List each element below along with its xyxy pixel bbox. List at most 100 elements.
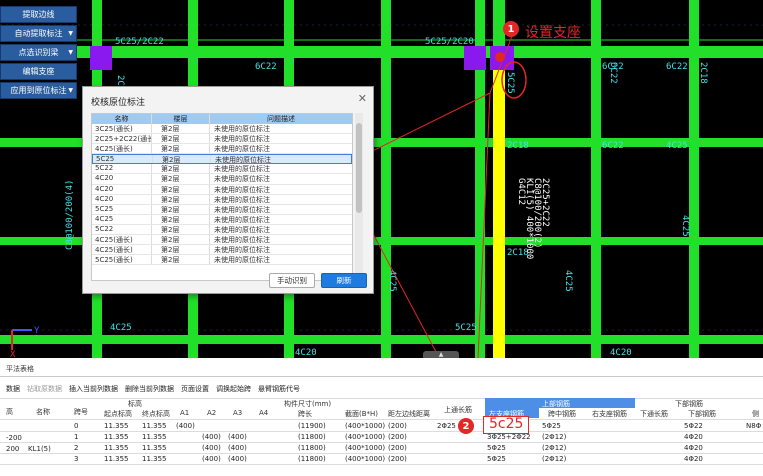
column-header-name[interactable]: 名称 [92, 114, 152, 124]
grid-cell-a3[interactable]: (400) [228, 455, 247, 463]
grid-cell-left[interactable]: 3Φ25+2Φ22 [487, 433, 531, 441]
grid-cell-sec[interactable]: (400*1000) [345, 455, 385, 463]
beam-name[interactable]: KL1(5) [28, 445, 51, 453]
issue-row[interactable]: 5C22 第2层 未使用的原位标注 [92, 164, 352, 175]
svg-text:Y: Y [34, 326, 40, 336]
issue-row[interactable]: 4C20 第2层 未使用的原位标注 [92, 184, 352, 195]
chevron-down-icon[interactable]: ▼ [68, 49, 73, 56]
issue-row[interactable]: 3C25(通长) 第2层 未使用的原位标注 [92, 124, 352, 135]
grid-cell-dist[interactable]: (200) [388, 433, 407, 441]
scrollbar-thumb[interactable] [356, 123, 362, 213]
panel-toolbar-item[interactable]: 数据 [6, 384, 20, 394]
issue-row[interactable]: 4C25 第2层 未使用的原位标注 [92, 214, 352, 225]
panel-toolbar-item[interactable]: 删除当前列数据 [125, 384, 174, 394]
grid-cell-a3[interactable]: (400) [228, 433, 247, 441]
grid-cell-sec[interactable]: (400*1000) [345, 433, 385, 441]
column-header-floor[interactable]: 楼层 [152, 114, 210, 124]
toolbar-button-label: 编辑支座 [22, 67, 55, 76]
grid-cell-a2[interactable]: (400) [202, 455, 221, 463]
grid-cell-end[interactable]: 11.355 [142, 433, 167, 441]
grid-cell-span[interactable]: 3 [74, 455, 78, 463]
grid-cell-sec[interactable]: (400*1000) [345, 422, 385, 430]
issue-cell-issue: 未使用的原位标注 [214, 135, 270, 144]
grid-cell-left[interactable]: 5Φ25 [487, 455, 506, 463]
col-bottom-rebar: 下部钢筋 [688, 410, 716, 418]
issue-cell-issue: 未使用的原位标注 [214, 195, 270, 204]
chevron-down-icon[interactable]: ▼ [68, 87, 73, 94]
issue-row[interactable]: 2C25+2C22(通长) 第2层 未使用的原位标注 [92, 134, 352, 145]
grid-cell-a1[interactable]: (400) [176, 422, 195, 430]
grid-cell-len[interactable]: (11800) [298, 444, 326, 452]
issue-row[interactable]: 5C25 第2层 未使用的原位标注 [92, 204, 352, 215]
grid-cell-bottom[interactable]: 4Φ20 [684, 444, 703, 452]
grid-cell-len[interactable]: (11800) [298, 433, 326, 441]
grid-cell-bottom[interactable]: 4Φ20 [684, 433, 703, 441]
issue-row[interactable]: 4C20 第2层 未使用的原位标注 [92, 194, 352, 205]
close-icon[interactable]: ✕ [358, 92, 367, 105]
grid-cell-end[interactable]: 11.355 [142, 444, 167, 452]
panel-toolbar-item[interactable]: 调换起始跨 [216, 384, 251, 394]
issue-row[interactable]: 4C20 第2层 未使用的原位标注 [92, 174, 352, 185]
issue-table[interactable]: 名称 楼层 问题描述 3C25(通长) 第2层 未使用的原位标注 2C25+2C22(… [91, 113, 353, 281]
issue-cell-name: 3C25(通长) [92, 124, 152, 134]
issue-row[interactable]: 4C25(通长) 第2层 未使用的原位标注 [92, 235, 352, 246]
grid-cell-bottom[interactable]: 5Φ22 [684, 422, 703, 430]
grid-cell-top[interactable]: 2Φ25 [437, 422, 456, 430]
step-2-value: 5c25 [489, 416, 524, 432]
issue-row[interactable]: 4C25(通长) 第2层 未使用的原位标注 [92, 245, 352, 256]
grid-cell-mid[interactable]: (2Φ12) [542, 455, 566, 463]
grid-cell-a2[interactable]: (400) [202, 444, 221, 452]
grid-cell-span[interactable]: 2 [74, 444, 78, 452]
grid-cell-len[interactable]: (11900) [298, 422, 326, 430]
issue-row[interactable]: 5C25 第2层 未使用的原位标注 [92, 154, 352, 165]
issue-cell-issue: 未使用的原位标注 [214, 185, 270, 194]
grid-cell-start[interactable]: 11.355 [104, 433, 129, 441]
col-section: 截面(B*H) [345, 410, 379, 418]
grid-cell-a3[interactable]: (400) [228, 444, 247, 452]
grid-cell-side[interactable]: N8Φ [746, 422, 761, 430]
issue-cell-floor: 第2层 [152, 235, 210, 245]
issue-table-scrollbar[interactable] [355, 113, 363, 281]
grid-cell-start[interactable]: 11.355 [104, 422, 129, 430]
grid-cell-sec[interactable]: (400*1000) [345, 444, 385, 452]
grid-cell-a2[interactable]: (400) [202, 433, 221, 441]
grid-cell-end[interactable]: 11.355 [142, 455, 167, 463]
panel-toolbar-item[interactable]: 悬臂钢筋代号 [258, 384, 300, 394]
issue-row[interactable]: 5C22 第2层 未使用的原位标注 [92, 224, 352, 236]
column-header-issue[interactable]: 问题描述 [210, 114, 352, 124]
toolbar-button[interactable]: 编辑支座 [0, 63, 77, 80]
check-annotation-dialog[interactable]: 校核原位标注 ✕ 名称 楼层 问题描述 3C25(通长) 第2层 未使用的原位标注 2… [82, 86, 374, 294]
grid-cell-span[interactable]: 1 [74, 433, 78, 441]
issue-cell-floor: 第2层 [152, 124, 210, 134]
issue-row[interactable]: 4C25(通长) 第2层 未使用的原位标注 [92, 144, 352, 155]
manual-identify-button[interactable]: 手动识别 [269, 273, 315, 288]
toolbar-button[interactable]: 提取边线 [0, 6, 77, 23]
toolbar-button[interactable]: 点选识别梁 ▼ [0, 44, 77, 61]
col-top-through: 上通长筋 [444, 406, 472, 414]
col-elev-start: 起点标高 [104, 410, 132, 418]
grid-cell-span[interactable]: 0 [74, 422, 78, 430]
grid-cell-dist[interactable]: (200) [388, 444, 407, 452]
toolbar-button[interactable]: 应用到原位标注 ▼ [0, 82, 77, 99]
panel-toolbar-item[interactable]: 钻取原数据 [27, 384, 62, 394]
toolbar-button[interactable]: 自动提取标注 ▼ [0, 25, 77, 42]
grid-cell-bottom[interactable]: 4Φ20 [684, 455, 703, 463]
grid-cell-mid[interactable]: 5Φ25 [542, 422, 561, 430]
left-toolbar: 提取边线自动提取标注 ▼ 点选识别梁 ▼ 编辑支座应用到原位标注 ▼ [0, 6, 77, 101]
panel-toolbar-item[interactable]: 插入当前列数据 [69, 384, 118, 394]
grid-cell-len[interactable]: (11800) [298, 455, 326, 463]
chevron-down-icon[interactable]: ▼ [68, 30, 73, 37]
grid-cell-dist[interactable]: (200) [388, 455, 407, 463]
panel-toolbar-item[interactable]: 页面设置 [181, 384, 209, 394]
grid-cell-left[interactable]: 5Φ25 [487, 444, 506, 452]
grid-cell-start[interactable]: 11.355 [104, 455, 129, 463]
grid-cell-start[interactable]: 11.355 [104, 444, 129, 452]
refresh-button[interactable]: 刷新 [321, 273, 367, 288]
issue-row[interactable]: 5C25(通长) 第2层 未使用的原位标注 [92, 255, 352, 266]
grid-cell-mid[interactable]: (2Φ12) [542, 433, 566, 441]
grid-cell-end[interactable]: 11.355 [142, 422, 167, 430]
issue-table-header: 名称 楼层 问题描述 [92, 114, 352, 124]
grid-cell-dist[interactable]: (200) [388, 422, 407, 430]
svg-text:C8@100/200(4): C8@100/200(4) [65, 180, 75, 250]
grid-cell-mid[interactable]: (2Φ12) [542, 444, 566, 452]
